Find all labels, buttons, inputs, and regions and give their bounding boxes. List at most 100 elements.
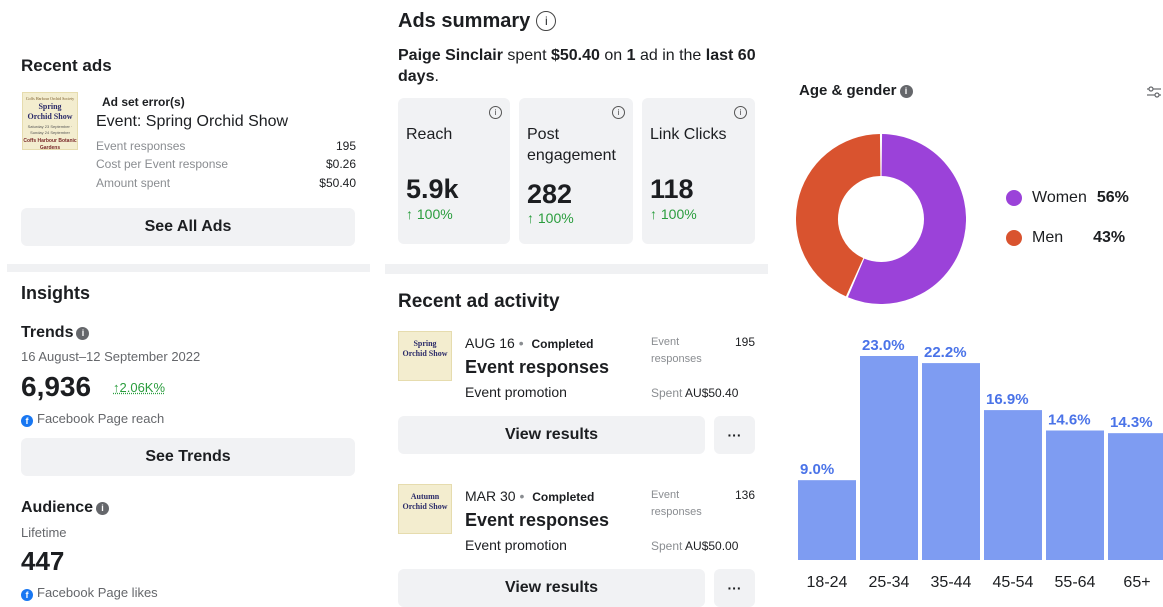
ad-thumbnail[interactable]: Coffs Harbour Orchid Society Spring Orch… [22, 92, 78, 150]
legend-pct: 43% [1093, 229, 1126, 246]
audience-label: Audience [21, 499, 94, 516]
ads-summary-title: Ads summary i [398, 10, 557, 33]
legend-swatch-men [1006, 230, 1022, 246]
activity-spent: Spent AU$50.40 [651, 386, 738, 400]
ad-title[interactable]: Event: Spring Orchid Show [96, 113, 288, 131]
legend-label: Men [1032, 229, 1064, 246]
stat-value: $50.40 [319, 176, 356, 190]
thumbnail-name: Autumn [410, 492, 440, 501]
thumbnail-name-2: Orchid Show [402, 502, 448, 511]
info-icon[interactable]: i [536, 11, 557, 31]
more-options-button[interactable]: ··· [714, 416, 755, 454]
info-icon[interactable]: i [612, 106, 625, 119]
activity-spent: Spent AU$50.00 [651, 539, 738, 553]
metric-label: Facebook Page reach [37, 411, 165, 426]
activity-stat-value: 136 [735, 488, 756, 502]
x-tick-label: 18-24 [807, 574, 848, 591]
card-change: ↑ 100% [527, 210, 574, 226]
stat-label-line: responses [651, 353, 702, 365]
legend-women: Women 56% [1006, 189, 1129, 207]
x-tick-label: 55-64 [1055, 574, 1096, 591]
activity-title[interactable]: Event responses [465, 510, 609, 531]
gender-donut-chart [796, 134, 966, 304]
card-change: ↑ 100% [650, 206, 697, 222]
ads-summary-label: Ads summary [398, 10, 531, 32]
stat-label: Cost per Event response [96, 157, 229, 171]
view-results-button[interactable]: View results [398, 569, 705, 607]
card-value: 5.9k [406, 174, 459, 204]
date-text: MAR 30 [465, 488, 516, 504]
card-value: 282 [527, 179, 573, 209]
metric-label: Facebook Page likes [37, 585, 158, 600]
trends-title: Trends i [21, 324, 90, 342]
activity-stat-value: 195 [735, 335, 756, 349]
section-divider [7, 264, 370, 272]
bar-value-label: 14.6% [1048, 412, 1091, 429]
status-badge: Completed [531, 337, 594, 351]
thumbnail-name: Spring [38, 102, 62, 111]
likes-value: 447 [21, 546, 65, 576]
activity-date: AUG 16 • Completed [465, 335, 594, 351]
view-results-button[interactable]: View results [398, 416, 705, 454]
audience-title: Audience i [21, 499, 110, 517]
info-icon[interactable]: i [899, 85, 913, 98]
bar-25-34 [860, 356, 918, 560]
facebook-page-reach-label: f Facebook Page reach [21, 411, 164, 427]
stat-row-amount-spent: Amount spent $50.40 [96, 176, 356, 190]
bar-value-label: 23.0% [862, 337, 905, 354]
thumbnail-header: Coffs Harbour Orchid Society [25, 96, 75, 101]
info-icon[interactable]: i [734, 106, 747, 119]
card-change: ↑ 100% [406, 206, 453, 222]
recent-ad-activity-title: Recent ad activity [398, 291, 560, 312]
bar-value-label: 14.3% [1110, 414, 1153, 431]
info-icon[interactable]: i [76, 327, 90, 340]
activity-stat-label: Event responses [651, 487, 702, 521]
card-value: 118 [650, 174, 694, 204]
activity-title[interactable]: Event responses [465, 357, 609, 378]
stat-label-line: Event [651, 489, 680, 501]
bar-18-24 [798, 480, 856, 560]
activity-subtitle: Event promotion [465, 537, 567, 553]
reach-change[interactable]: ↑2.06K% [113, 380, 165, 395]
summary-count: 1 [626, 47, 636, 64]
legend-men: Men 43% [1006, 229, 1125, 247]
more-options-button[interactable]: ··· [714, 569, 755, 607]
legend-label: Women [1032, 189, 1087, 206]
filter-settings-icon[interactable] [1146, 84, 1162, 100]
summary-text: on [599, 47, 627, 64]
info-icon[interactable]: i [489, 106, 502, 119]
see-all-ads-button[interactable]: See All Ads [21, 208, 355, 246]
reach-card[interactable]: i Reach 5.9k ↑ 100% [398, 98, 510, 244]
age-gender-title: Age & gender i [799, 82, 913, 99]
thumbnail-name-2: Orchid Show [402, 349, 448, 358]
card-label: Reach [406, 126, 453, 143]
x-tick-label: 35-44 [931, 574, 972, 591]
section-divider [385, 264, 768, 274]
bar-65+ [1108, 433, 1163, 560]
see-trends-button[interactable]: See Trends [21, 438, 355, 476]
thumbnail-venue: Coffs Harbour Botanic Gardens [23, 138, 77, 150]
summary-amount: $50.40 [550, 47, 600, 64]
thumbnail-name: Spring [413, 339, 437, 348]
recent-ads-title: Recent ads [21, 56, 112, 75]
bar-value-label: 22.2% [924, 344, 967, 361]
status-badge: Completed [532, 490, 595, 504]
stat-label-line: responses [651, 506, 702, 518]
link-clicks-card[interactable]: i Link Clicks 118 ↑ 100% [642, 98, 755, 244]
trends-date-range: 16 August–12 September 2022 [21, 349, 201, 364]
activity-subtitle: Event promotion [465, 384, 567, 400]
activity-stat-label: Event responses [651, 334, 702, 368]
ad-set-error[interactable]: Ad set error(s) [102, 95, 185, 109]
activity-thumbnail[interactable]: Autumn Orchid Show [398, 484, 452, 534]
post-engagement-card[interactable]: i Post engagement 282 ↑ 100% [519, 98, 633, 244]
summary-text: . [434, 68, 439, 85]
activity-thumbnail[interactable]: Spring Orchid Show [398, 331, 452, 381]
stat-label: Event responses [96, 139, 186, 153]
legend-swatch-women [1006, 190, 1022, 206]
age-bar-chart: 9.0% 18-24 23.0% 25-34 22.2% 35-44 16.9% 45-54 1… [798, 337, 1163, 591]
bar-55-64 [1046, 430, 1104, 560]
info-icon[interactable]: i [96, 502, 110, 515]
audience-period: Lifetime [21, 525, 67, 540]
thumbnail-name-2: Orchid Show [27, 112, 73, 121]
insights-title: Insights [21, 283, 91, 303]
